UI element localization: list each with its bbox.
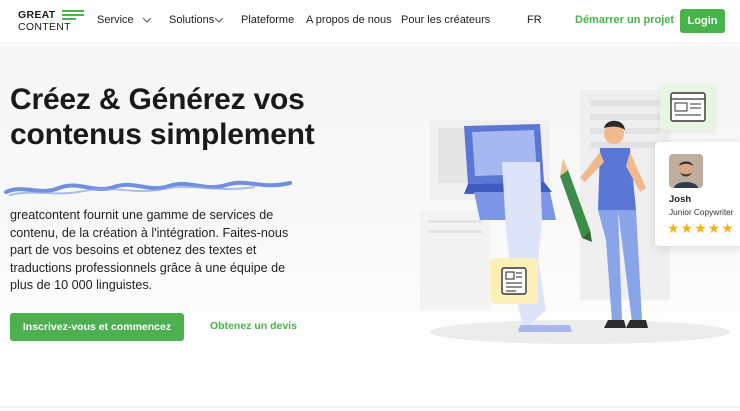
newspaper-icon [501,267,527,295]
chevron-down-icon[interactable] [214,16,224,24]
rating-stars: ★★★★★ [667,220,735,236]
copywriter-name: Josh [669,194,692,205]
browser-card [660,84,716,130]
nav-item-plateforme[interactable]: Plateforme [241,14,294,26]
logo-text-top: GREAT [18,9,56,21]
greatcontent-logo[interactable]: GREAT CONTENT [18,9,84,35]
language-selector[interactable]: FR [527,14,542,26]
nav-item-solutions[interactable]: Solutions [169,14,214,26]
hero-description: greatcontent fournit une gamme de servic… [10,208,289,293]
nav-item-createurs[interactable]: Pour les créateurs [401,14,490,26]
section-divider [0,406,740,408]
document-card [490,258,538,304]
hero-headline: Créez & Générez vos contenus simplement [10,83,315,151]
chevron-down-icon[interactable] [142,16,152,24]
copywriter-card: Josh Junior Copywriter ★★★★★ [655,142,740,246]
start-project-link[interactable]: Démarrer un projet [575,14,674,26]
copywriter-role: Junior Copywriter [669,207,734,217]
login-button[interactable]: Login [680,9,725,33]
logo-text-bottom: CONTENT [18,21,71,33]
scribble-underline [4,180,292,196]
logo-lines-icon [62,10,84,20]
get-quote-link[interactable]: Obtenez un devis [210,320,297,332]
avatar [669,154,703,188]
signup-button[interactable]: Inscrivez-vous et commencez [10,313,184,341]
nav-item-service[interactable]: Service [97,14,134,26]
nav-item-a-propos[interactable]: A propos de nous [306,14,392,26]
browser-window-icon [670,92,706,122]
top-navigation: GREAT CONTENT Service Solutions Platefor… [0,0,740,44]
